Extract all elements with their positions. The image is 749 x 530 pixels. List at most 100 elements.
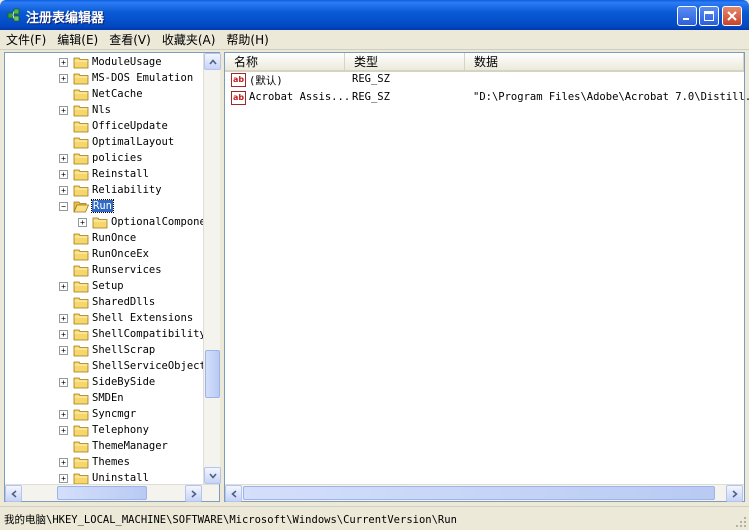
expand-toggle-icon[interactable]: + bbox=[59, 458, 68, 467]
tree-item[interactable]: ThemeManager bbox=[5, 439, 203, 455]
minimize-button[interactable] bbox=[677, 6, 697, 26]
chevron-right-icon bbox=[731, 489, 738, 498]
tree-item[interactable]: + Uninstall bbox=[5, 471, 203, 484]
tree-item[interactable]: + OptionalCompone bbox=[5, 215, 206, 231]
values-horizontal-scrollbar[interactable] bbox=[225, 484, 744, 502]
scroll-up-arrow[interactable] bbox=[204, 53, 221, 70]
tree-item-label: Shell Extensions bbox=[92, 312, 194, 324]
close-icon bbox=[727, 11, 737, 21]
folder-icon bbox=[73, 137, 89, 149]
title-bar[interactable]: 注册表编辑器 bbox=[0, 0, 749, 30]
tree-vertical-scrollbar[interactable] bbox=[203, 53, 221, 484]
tree-item-label: policies bbox=[92, 152, 143, 164]
tree-item-label: RunOnceEx bbox=[92, 248, 149, 260]
expand-toggle-icon[interactable]: + bbox=[59, 330, 68, 339]
expand-toggle-icon[interactable]: + bbox=[59, 186, 68, 195]
tree-item[interactable]: ShellServiceObject bbox=[5, 359, 206, 375]
tree-item[interactable]: + policies bbox=[5, 151, 203, 167]
tree-item[interactable]: + ModuleUsage bbox=[5, 55, 203, 71]
expand-toggle-icon[interactable]: + bbox=[59, 346, 68, 355]
tree-item[interactable]: + Themes bbox=[5, 455, 203, 471]
menu-file[interactable]: 文件(F) bbox=[0, 31, 51, 48]
folder-icon bbox=[73, 313, 89, 325]
scroll-left-arrow[interactable] bbox=[225, 485, 242, 502]
expand-toggle-icon[interactable]: + bbox=[78, 218, 87, 227]
scroll-right-arrow[interactable] bbox=[726, 485, 743, 502]
expand-toggle-icon[interactable]: + bbox=[59, 410, 68, 419]
value-data: "D:\Program Files\Adobe\Acrobat 7.0\Dist… bbox=[473, 91, 749, 103]
tree-item-label: ShellScrap bbox=[92, 344, 156, 356]
expand-toggle-icon[interactable]: + bbox=[59, 282, 68, 291]
column-header-name[interactable]: 名称 bbox=[225, 53, 345, 72]
tree-vertical-scroll-thumb[interactable] bbox=[205, 350, 220, 398]
value-name: Acrobat Assis... bbox=[249, 91, 351, 103]
expand-toggle-icon[interactable]: + bbox=[59, 106, 68, 115]
tree-item[interactable]: RunOnce bbox=[5, 231, 203, 247]
folder-icon bbox=[73, 281, 89, 293]
tree-item[interactable]: + Shell Extensions bbox=[5, 311, 203, 327]
value-row[interactable]: ab Acrobat Assis... REG_SZ "D:\Program F… bbox=[225, 90, 749, 107]
tree-item[interactable]: + ShellScrap bbox=[5, 343, 203, 359]
tree-item[interactable]: + Setup bbox=[5, 279, 203, 295]
folder-icon bbox=[73, 457, 89, 469]
tree-item[interactable]: − Run bbox=[5, 199, 203, 215]
collapse-toggle-icon[interactable]: − bbox=[59, 202, 68, 211]
tree-item-label: OptionalCompone bbox=[111, 216, 206, 228]
status-bar: 我的电脑\HKEY_LOCAL_MACHINE\SOFTWARE\Microso… bbox=[0, 506, 749, 530]
tree-item[interactable]: + Telephony bbox=[5, 423, 203, 439]
close-button[interactable] bbox=[722, 6, 742, 26]
expand-toggle-icon[interactable]: + bbox=[59, 74, 68, 83]
value-row[interactable]: ab (默认) REG_SZ bbox=[225, 72, 744, 89]
tree-item[interactable]: NetCache bbox=[5, 87, 203, 103]
tree-item[interactable]: OfficeUpdate bbox=[5, 119, 203, 135]
tree-horizontal-scroll-thumb[interactable] bbox=[57, 486, 147, 500]
tree-item-label: Reliability bbox=[92, 184, 162, 196]
scroll-down-arrow[interactable] bbox=[204, 467, 221, 484]
expand-toggle-icon[interactable]: + bbox=[59, 474, 68, 483]
scroll-left-arrow[interactable] bbox=[5, 485, 22, 502]
registry-editor-icon bbox=[7, 8, 20, 22]
expand-toggle-icon[interactable]: + bbox=[59, 58, 68, 67]
tree-item[interactable]: + Nls bbox=[5, 103, 203, 119]
tree-item[interactable]: RunOnceEx bbox=[5, 247, 203, 263]
tree-item[interactable]: + Syncmgr bbox=[5, 407, 203, 423]
expand-toggle-icon[interactable]: + bbox=[59, 426, 68, 435]
tree-item[interactable]: SMDEn bbox=[5, 391, 203, 407]
tree-item-label: SharedDlls bbox=[92, 296, 156, 308]
tree-item-label: OptimalLayout bbox=[92, 136, 175, 148]
value-type: REG_SZ bbox=[352, 73, 390, 85]
scroll-right-arrow[interactable] bbox=[185, 485, 202, 502]
tree-item[interactable]: + MS-DOS Emulation bbox=[5, 71, 203, 87]
maximize-button[interactable] bbox=[699, 6, 719, 26]
folder-icon bbox=[73, 233, 89, 245]
minimize-icon bbox=[683, 18, 689, 20]
menu-edit[interactable]: 编辑(E) bbox=[51, 31, 103, 48]
tree-item[interactable]: + Reliability bbox=[5, 183, 203, 199]
column-header-type[interactable]: 类型 bbox=[345, 53, 465, 72]
expand-toggle-icon[interactable]: + bbox=[59, 314, 68, 323]
expand-toggle-icon[interactable]: + bbox=[59, 154, 68, 163]
menu-favorites[interactable]: 收藏夹(A) bbox=[156, 31, 221, 48]
tree-item-label: MS-DOS Emulation bbox=[92, 72, 194, 84]
column-header-data[interactable]: 数据 bbox=[465, 53, 744, 72]
tree-item[interactable]: + Reinstall bbox=[5, 167, 203, 183]
menu-view[interactable]: 查看(V) bbox=[103, 31, 156, 48]
registry-values-pane[interactable]: 名称 类型 数据 ab (默认) REG_SZ ab Acrobat Assis… bbox=[224, 52, 749, 502]
string-value-icon: ab bbox=[231, 91, 246, 105]
expand-toggle-icon[interactable]: + bbox=[59, 378, 68, 387]
resize-grip-icon[interactable] bbox=[735, 516, 747, 528]
values-horizontal-scroll-thumb[interactable] bbox=[243, 486, 715, 500]
tree-horizontal-scrollbar[interactable] bbox=[5, 484, 219, 502]
tree-item-label: NetCache bbox=[92, 88, 143, 100]
tree-item[interactable]: + ShellCompatibility bbox=[5, 327, 206, 343]
expand-toggle-icon[interactable]: + bbox=[59, 170, 68, 179]
tree-item[interactable]: + SideBySide bbox=[5, 375, 203, 391]
maximize-icon bbox=[704, 11, 714, 21]
tree-item-label: SMDEn bbox=[92, 392, 124, 404]
tree-item[interactable]: Runservices bbox=[5, 263, 203, 279]
registry-tree-pane[interactable]: + ModuleUsage + MS-DOS Emulation NetCache + Nl… bbox=[4, 52, 221, 502]
menu-help[interactable]: 帮助(H) bbox=[220, 31, 273, 48]
tree-item[interactable]: SharedDlls bbox=[5, 295, 203, 311]
folder-icon bbox=[73, 377, 89, 389]
tree-item[interactable]: OptimalLayout bbox=[5, 135, 203, 151]
